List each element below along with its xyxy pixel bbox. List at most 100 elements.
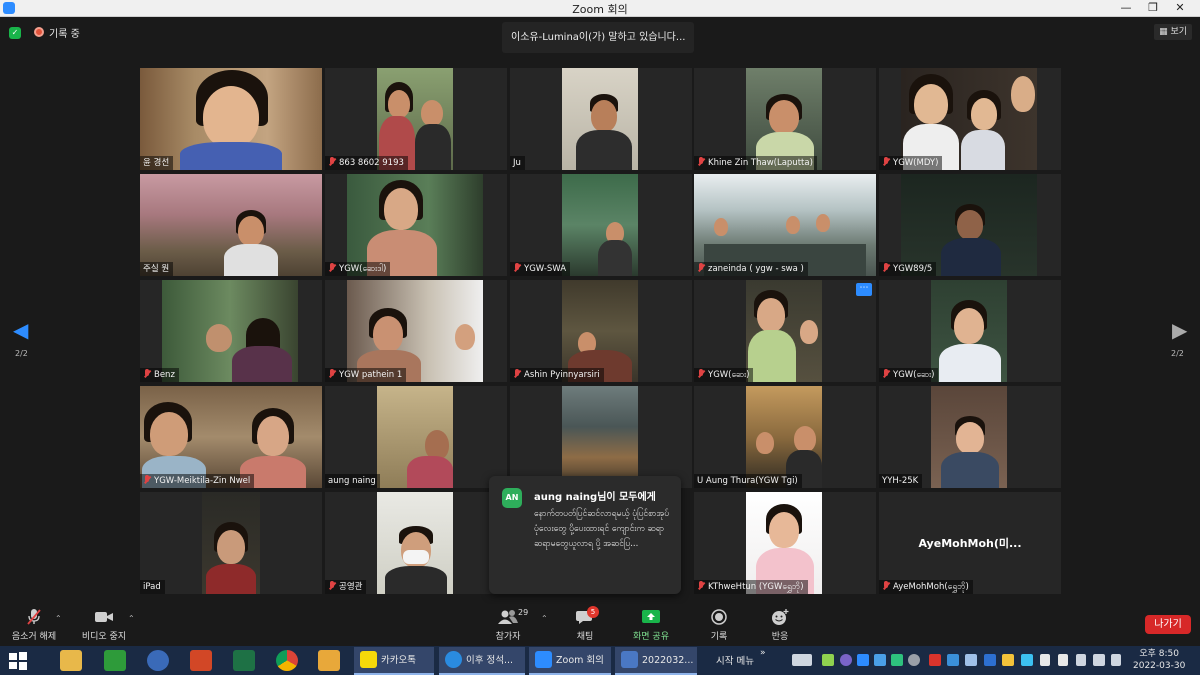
zoom-meeting-window: Zoom 회의 — ❐ ✕ ✓ 기록 중 이소유-Lumina이(가) 말하고 …	[0, 0, 1200, 675]
capture-tool-icon[interactable]	[318, 650, 340, 671]
chat-button[interactable]: 5 채팅	[570, 606, 600, 642]
participant-tile[interactable]: aung naing	[325, 386, 507, 488]
participant-video	[562, 174, 638, 276]
next-page-icon[interactable]: ▶	[1172, 319, 1187, 341]
participant-video	[746, 68, 822, 170]
share-screen-button[interactable]: 화면 공유	[629, 608, 673, 642]
smiley-plus-icon	[765, 608, 795, 626]
participant-tile[interactable]: iPad	[140, 492, 322, 594]
participant-name: YGW(ဆေး)	[879, 368, 939, 382]
participant-tile[interactable]: YYH-25K	[879, 386, 1061, 488]
minimize-button[interactable]: —	[1113, 0, 1139, 17]
page-indicator-left: 2/2	[15, 349, 28, 358]
participants-caret-icon[interactable]: ⌃	[541, 614, 548, 623]
participant-video	[746, 492, 822, 594]
muted-mic-icon	[697, 581, 705, 590]
unmute-label: 음소거 해제	[11, 632, 57, 642]
participant-tile[interactable]: Ju	[510, 68, 692, 170]
participant-tile[interactable]: 공영관	[325, 492, 507, 594]
file-explorer-icon[interactable]	[60, 650, 82, 671]
battery-icon[interactable]	[1076, 654, 1086, 666]
participant-tile[interactable]: 863 8602 9193	[325, 68, 507, 170]
participant-tile[interactable]: Khine Zin Thaw(Laputta)	[694, 68, 876, 170]
share-screen-icon	[629, 608, 673, 626]
keyboard-icon[interactable]	[792, 654, 812, 666]
system-clock[interactable]: 오후 8:50 2022-03-30	[1133, 648, 1185, 672]
unmute-button[interactable]: 음소거 해제	[8, 608, 60, 642]
taskbar-app[interactable]: 2022032...	[615, 647, 697, 675]
participant-tile[interactable]: YGW-SWA	[510, 174, 692, 276]
participant-tile[interactable]: Benz	[140, 280, 322, 382]
participant-tile[interactable]: YGW pathein 1	[325, 280, 507, 382]
participant-tile[interactable]: zaneinda ( ygw - swa )	[694, 174, 876, 276]
taskbar-kakaotalk[interactable]: 카카오톡	[354, 647, 434, 675]
stop-video-button[interactable]: 비디오 중지	[78, 608, 130, 642]
participant-video	[562, 68, 638, 170]
reactions-button[interactable]: 반응	[765, 608, 795, 642]
participant-name: Ashin Pyinnyarsiri	[510, 368, 604, 382]
record-button[interactable]: 기록	[704, 608, 734, 642]
tray-app-icon[interactable]	[891, 654, 903, 666]
network-icon[interactable]	[1093, 654, 1105, 666]
excel-icon[interactable]	[233, 650, 255, 671]
taskbar-zoom-label: Zoom 회의	[556, 655, 604, 666]
participant-name: YGW(ဆေး)	[694, 368, 754, 382]
participant-tile[interactable]	[510, 386, 692, 488]
volume-icon[interactable]	[1111, 654, 1121, 666]
restore-button[interactable]: ❐	[1140, 0, 1166, 17]
participant-name: Khine Zin Thaw(Laputta)	[694, 156, 817, 170]
participant-tile[interactable]: KThweHtun (YGWရွှေဘို)	[694, 492, 876, 594]
tray-app-icon[interactable]	[1021, 654, 1033, 666]
calculator-icon[interactable]	[104, 650, 126, 671]
participant-tile[interactable]: AyeMohMoh(미... AyeMohMoh(ရွှေဘို)	[879, 492, 1061, 594]
leave-button[interactable]: 나가기	[1145, 615, 1191, 634]
view-button[interactable]: ▦ 보기	[1154, 24, 1192, 40]
cloud-icon[interactable]	[908, 654, 920, 666]
participant-tile[interactable]: YGW89/5	[879, 174, 1061, 276]
participant-tile[interactable]: YGW-Meiktila-Zin Nwel	[140, 386, 322, 488]
previous-page-icon[interactable]: ◀	[13, 319, 28, 341]
language-icon[interactable]	[1040, 654, 1050, 666]
participant-tile[interactable]: YGW(ဆေး)	[879, 280, 1061, 382]
windows-start-icon[interactable]	[8, 651, 28, 671]
toolbar-expand-icon[interactable]: »	[760, 648, 766, 658]
participant-tile[interactable]: Ashin Pyinnyarsiri	[510, 280, 692, 382]
start-menu-toolbar[interactable]: 시작 메뉴	[716, 653, 754, 667]
powerpoint-icon[interactable]	[190, 650, 212, 671]
participant-video	[347, 280, 483, 382]
tray-app-icon[interactable]	[929, 654, 941, 666]
participant-tile[interactable]: YGW(MDY)	[879, 68, 1061, 170]
help-icon[interactable]	[147, 650, 169, 671]
tray-app-icon[interactable]	[822, 654, 834, 666]
participants-label: 참가자	[495, 632, 521, 642]
participants-button[interactable]: 29 참가자	[490, 608, 529, 642]
zoom-tray-icon[interactable]	[857, 654, 869, 666]
participant-tile[interactable]: 주실 원	[140, 174, 322, 276]
muted-mic-icon	[143, 369, 151, 378]
video-options-caret-icon[interactable]: ⌃	[128, 614, 135, 623]
participant-video	[746, 280, 822, 382]
security-shield-icon[interactable]: ✓	[9, 27, 21, 39]
participant-tile[interactable]: 윤 경선	[140, 68, 322, 170]
participant-tile[interactable]: U Aung Thura(YGW Tgi)	[694, 386, 876, 488]
more-options-button[interactable]: ⋯	[856, 283, 872, 296]
tray-app-icon[interactable]	[984, 654, 996, 666]
tray-app-icon[interactable]	[965, 654, 977, 666]
title-bar: Zoom 회의 — ❐ ✕	[0, 0, 1200, 17]
taskbar-zoom[interactable]: Zoom 회의	[529, 647, 611, 675]
muted-mic-icon	[328, 263, 336, 272]
chat-notification[interactable]: AN aung naing님이 모두에게 နောက်တပတ်ပြင်ဆင်လာရ…	[489, 476, 681, 594]
muted-mic-icon	[697, 263, 705, 272]
close-button[interactable]: ✕	[1167, 0, 1193, 17]
tray-app-icon[interactable]	[1002, 654, 1014, 666]
taskbar-internet-explorer[interactable]: 이후 정석...	[439, 647, 525, 675]
chrome-icon[interactable]	[276, 650, 298, 671]
flag-icon[interactable]	[1058, 654, 1068, 666]
tray-app-icon[interactable]	[874, 654, 886, 666]
audio-options-caret-icon[interactable]: ⌃	[55, 614, 62, 623]
participant-tile[interactable]: YGW(ဆေးဒါ)	[325, 174, 507, 276]
tray-app-icon[interactable]	[840, 654, 852, 666]
participant-video	[162, 280, 298, 382]
participant-tile[interactable]: ⋯ YGW(ဆေး)	[694, 280, 876, 382]
tray-app-icon[interactable]	[947, 654, 959, 666]
